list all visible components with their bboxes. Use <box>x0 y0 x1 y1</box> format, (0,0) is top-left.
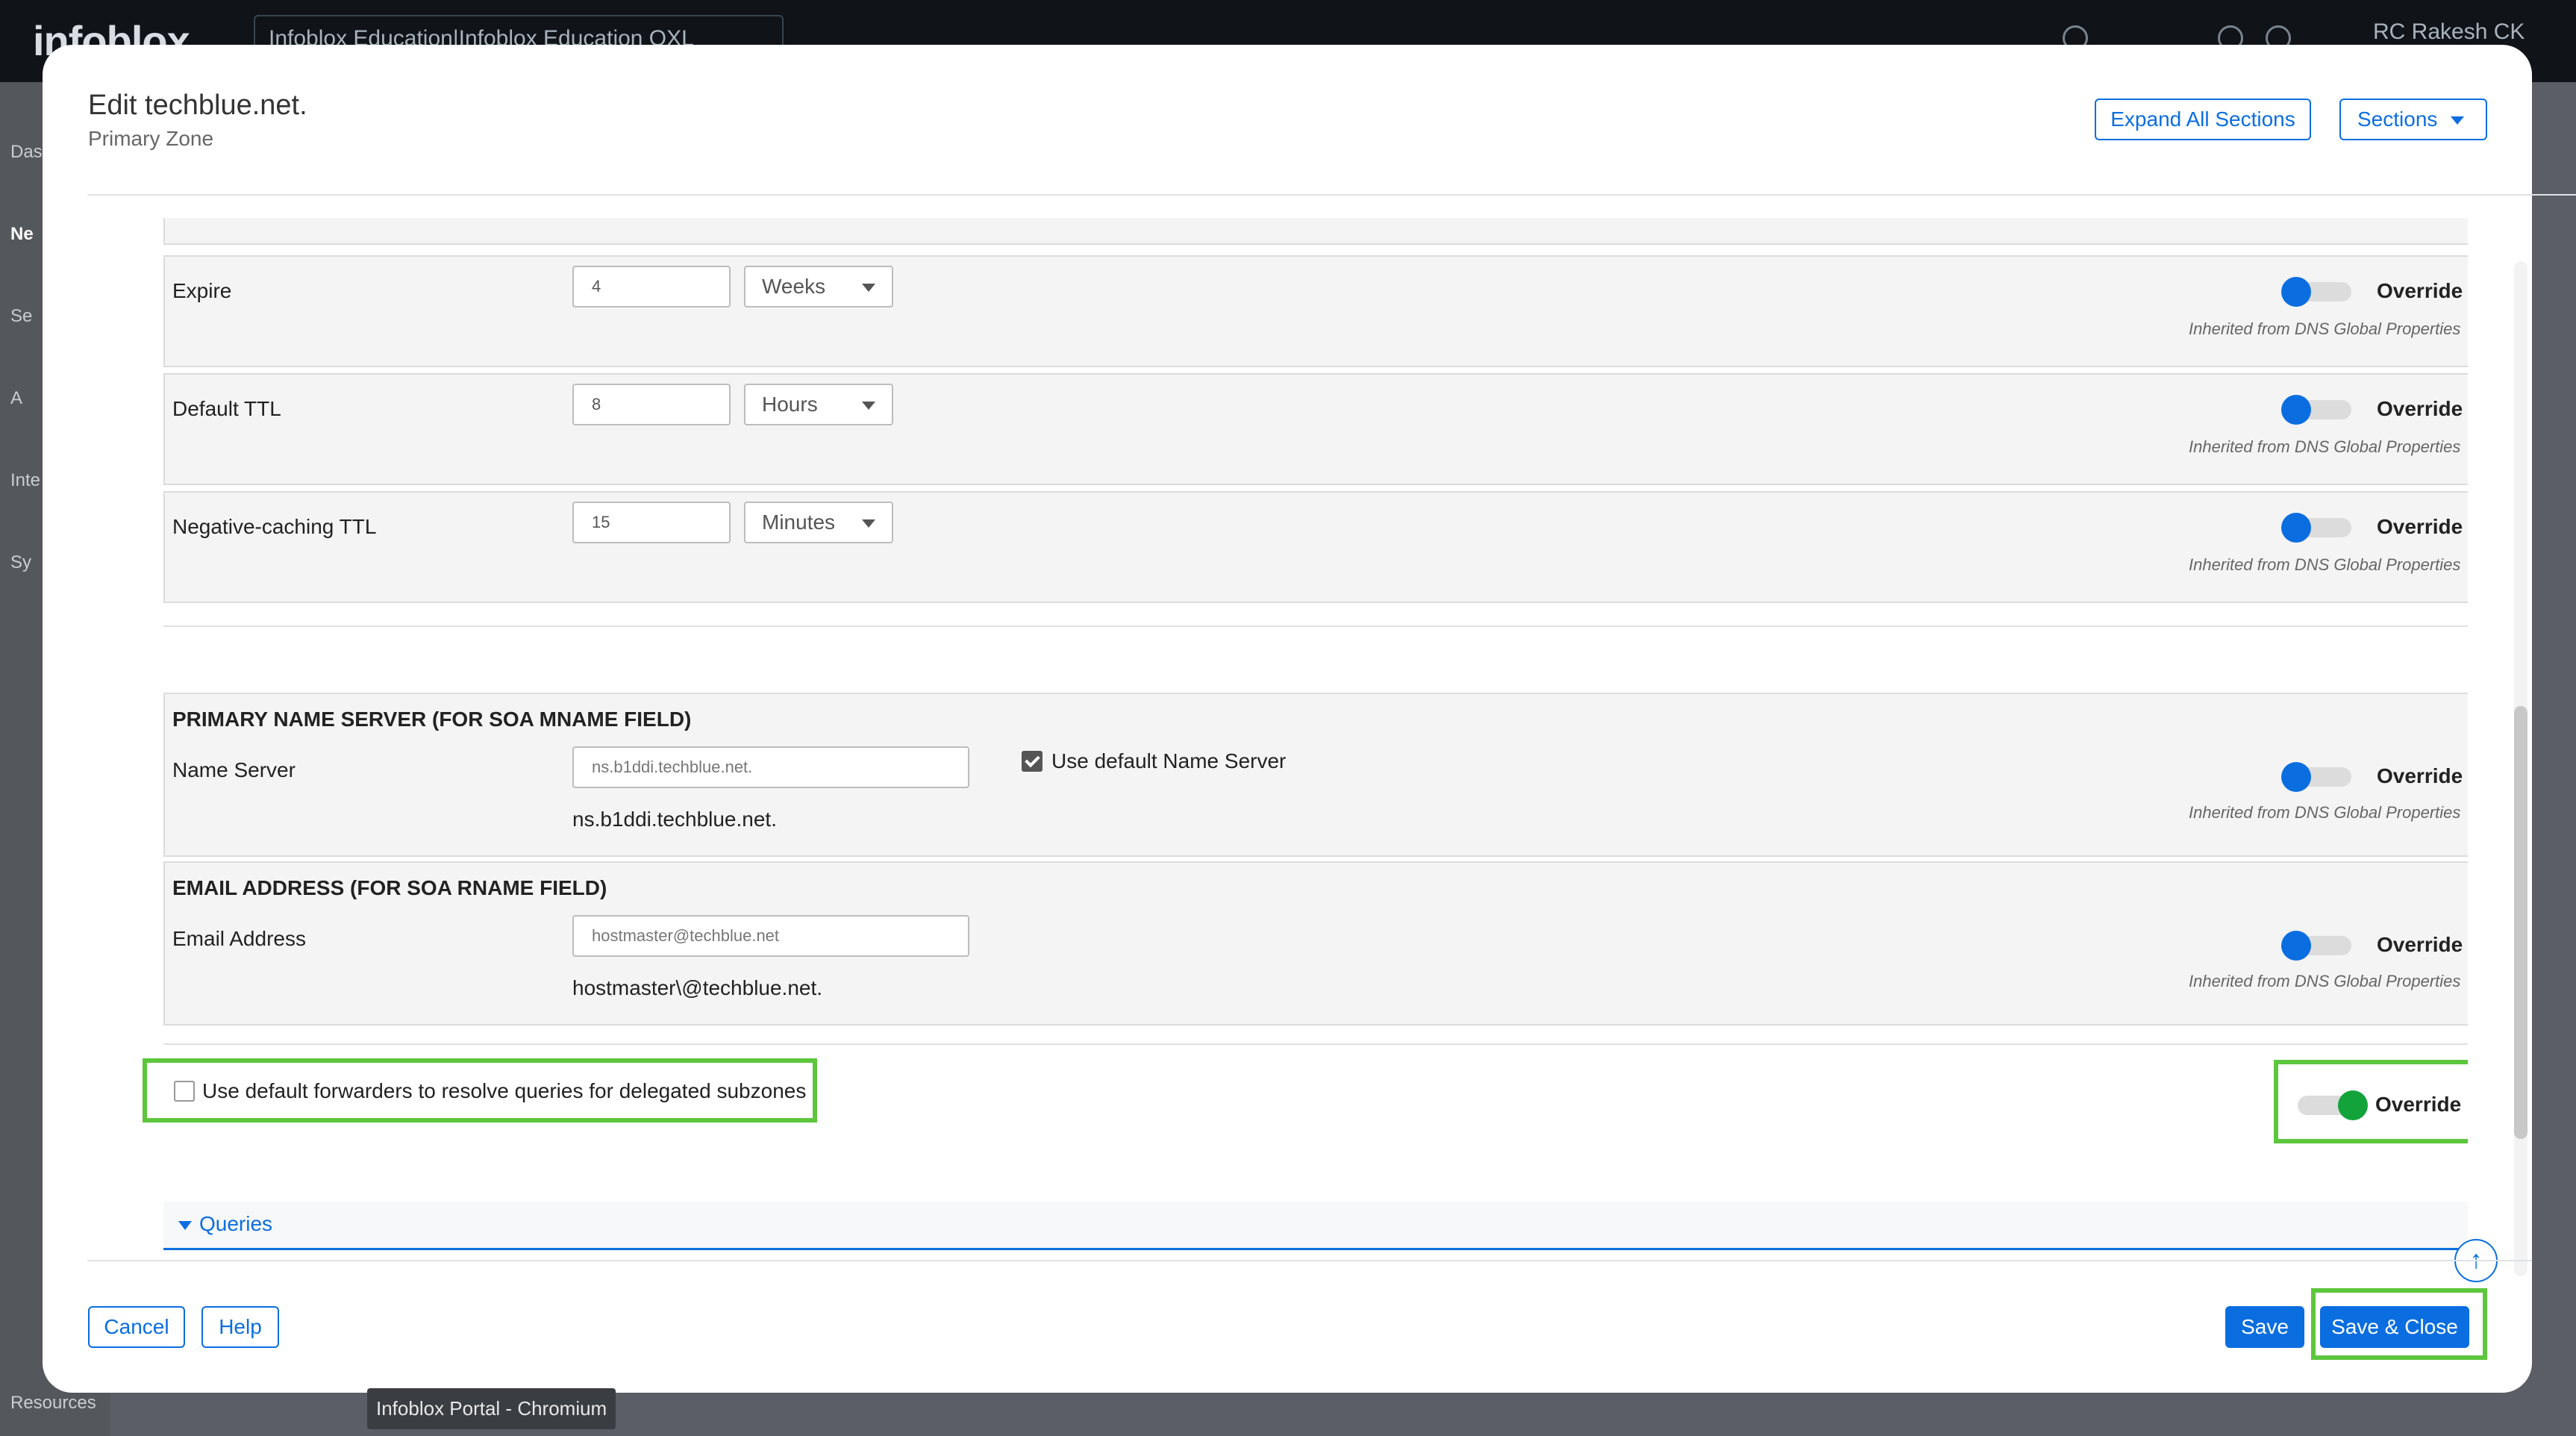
negative-caching-ttl-unit-value: Minutes <box>762 511 836 534</box>
queries-section-header[interactable]: Queries <box>163 1202 2468 1250</box>
primary-name-server-header: PRIMARY NAME SERVER (FOR SOA MNAME FIELD… <box>172 708 692 731</box>
timer-row-negative-caching-ttl: Negative-caching TTL 15 Minutes Override… <box>163 491 2468 603</box>
nav-item-resources[interactable]: Resources <box>10 1393 96 1414</box>
save-button[interactable]: Save <box>2225 1306 2304 1348</box>
expire-unit-value: Weeks <box>762 275 826 298</box>
default-ttl-override-toggle[interactable] <box>2281 395 2351 425</box>
timer-row-default-ttl: Default TTL 8 Hours Override Inherited f… <box>163 373 2468 485</box>
dialog-subtitle: Primary Zone <box>88 127 214 150</box>
highlight-save-and-close <box>2311 1288 2487 1360</box>
dialog-title: Edit techblue.net. <box>88 90 307 121</box>
expire-override-label: Override <box>2377 279 2463 302</box>
name-server-override-toggle[interactable] <box>2281 762 2351 792</box>
negative-caching-ttl-override-label: Override <box>2377 515 2463 538</box>
name-server-inherited-note: Inherited from DNS Global Properties <box>2189 803 2461 822</box>
expire-input[interactable]: 4 <box>572 266 731 308</box>
cancel-button[interactable]: Cancel <box>88 1306 185 1348</box>
negative-caching-ttl-override-toggle[interactable] <box>2281 513 2351 543</box>
highlight-forwarders-checkbox <box>143 1058 817 1123</box>
chevron-down-icon <box>862 402 875 410</box>
nav-item-system[interactable]: Sy <box>10 552 31 573</box>
header-divider <box>87 194 2576 196</box>
default-ttl-override-label: Override <box>2377 397 2463 420</box>
queries-label: Queries <box>199 1212 273 1235</box>
email-address-override-label: Override <box>2377 933 2463 956</box>
email-address-value: hostmaster\@techblue.net. <box>572 976 823 999</box>
scrollbar-thumb[interactable] <box>2514 706 2527 1139</box>
user-menu[interactable]: RC Rakesh CK <box>2373 19 2525 45</box>
nav-item-integrations[interactable]: Inte <box>10 470 40 491</box>
email-address-inherited-note: Inherited from DNS Global Properties <box>2189 972 2461 990</box>
primary-name-server-block: PRIMARY NAME SERVER (FOR SOA MNAME FIELD… <box>163 693 2468 857</box>
chevron-down-icon <box>862 519 875 528</box>
email-address-header: EMAIL ADDRESS (FOR SOA RNAME FIELD) <box>172 876 607 899</box>
footer-divider <box>87 1260 2532 1261</box>
email-address-block: EMAIL ADDRESS (FOR SOA RNAME FIELD) Emai… <box>163 861 2468 1026</box>
sections-dropdown[interactable]: Sections <box>2339 99 2487 140</box>
expire-label: Expire <box>172 279 232 302</box>
name-server-override-label: Override <box>2377 764 2463 787</box>
name-server-label: Name Server <box>172 758 296 781</box>
timer-row-partial <box>163 218 2468 245</box>
edit-zone-dialog: Edit techblue.net. Primary Zone Expand A… <box>43 45 2576 1393</box>
negative-caching-ttl-inherited-note: Inherited from DNS Global Properties <box>2189 555 2461 574</box>
sections-label: Sections <box>2357 107 2438 131</box>
email-address-label: Email Address <box>172 927 306 950</box>
name-server-value: ns.b1ddi.techblue.net. <box>572 808 777 831</box>
nav-item-security[interactable]: Se <box>10 306 32 327</box>
negative-caching-ttl-label: Negative-caching TTL <box>172 515 377 538</box>
dialog-content: Expire 4 Weeks Override Inherited from D… <box>87 218 2468 1270</box>
use-default-name-server-checkbox[interactable] <box>1022 751 1042 772</box>
window-tooltip: Infoblox Portal - Chromium <box>367 1388 616 1429</box>
use-default-name-server-label: Use default Name Server <box>1051 749 1287 772</box>
chevron-down-icon <box>862 284 875 292</box>
name-server-input[interactable]: ns.b1ddi.techblue.net. <box>572 746 969 788</box>
expand-all-sections-button[interactable]: Expand All Sections <box>2095 99 2311 140</box>
expire-override-toggle[interactable] <box>2281 277 2351 307</box>
email-address-input[interactable]: hostmaster@techblue.net <box>572 915 969 957</box>
chevron-down-icon <box>2451 116 2465 125</box>
section-divider <box>163 625 2468 627</box>
negative-caching-ttl-input[interactable]: 15 <box>572 502 731 543</box>
expire-unit-select[interactable]: Weeks <box>744 266 893 308</box>
content-scrollbar[interactable] <box>2514 261 2527 1276</box>
help-button[interactable]: Help <box>201 1306 279 1348</box>
default-ttl-input[interactable]: 8 <box>572 384 731 425</box>
expire-inherited-note: Inherited from DNS Global Properties <box>2189 319 2461 338</box>
default-ttl-unit-select[interactable]: Hours <box>744 384 893 425</box>
caret-down-icon <box>178 1221 192 1230</box>
negative-caching-ttl-unit-select[interactable]: Minutes <box>744 502 893 543</box>
email-address-override-toggle[interactable] <box>2281 931 2351 961</box>
nav-item-dashboard[interactable]: Das <box>10 142 43 163</box>
highlight-forwarders-override <box>2274 1060 2468 1143</box>
section-divider <box>163 1043 2468 1045</box>
nav-item-networks[interactable]: Ne <box>10 224 34 245</box>
nav-item-apps[interactable]: A <box>10 388 22 409</box>
default-ttl-unit-value: Hours <box>762 393 818 416</box>
default-ttl-label: Default TTL <box>172 397 281 420</box>
default-ttl-inherited-note: Inherited from DNS Global Properties <box>2189 437 2461 456</box>
timer-row-expire: Expire 4 Weeks Override Inherited from D… <box>163 255 2468 367</box>
